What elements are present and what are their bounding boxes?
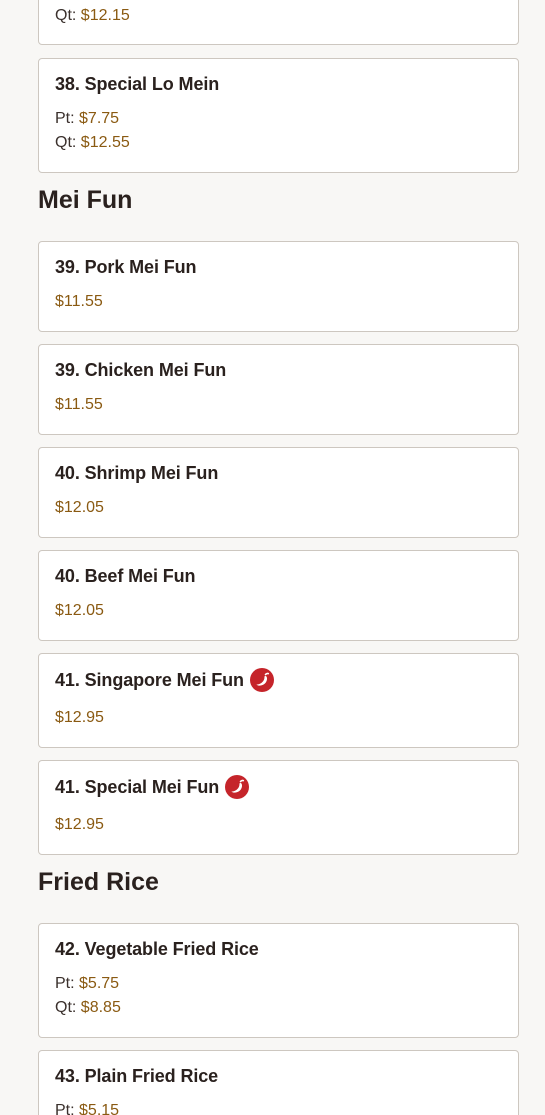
- price-value: $11.55: [55, 396, 103, 413]
- price-line: $12.05: [55, 602, 104, 620]
- menu-item-card[interactable]: 41. Singapore Mei Fun $12.95: [38, 653, 519, 748]
- price-line: Pt: $5.15: [55, 1102, 119, 1115]
- price-line: Pt: $5.75: [55, 975, 119, 993]
- menu-item-card[interactable]: 43. Plain Fried Rice Pt: $5.15: [38, 1050, 519, 1115]
- item-name: 38. Special Lo Mein: [55, 74, 220, 94]
- price-value: $5.15: [79, 1102, 120, 1115]
- chili-pepper-icon: [225, 775, 250, 799]
- price-line: Qt: $8.85: [55, 999, 121, 1017]
- price-value: $12.05: [55, 499, 104, 516]
- menu-item-card[interactable]: 40. Beef Mei Fun $12.05: [38, 550, 519, 641]
- menu-item-card[interactable]: 39. Pork Mei Fun $11.55: [38, 241, 519, 332]
- item-name: 42. Vegetable Fried Rice: [55, 939, 259, 959]
- price-value: $5.75: [79, 975, 120, 992]
- item-name: 39. Pork Mei Fun: [55, 257, 197, 277]
- price-size-label: Qt:: [55, 134, 77, 151]
- chili-pepper-icon: [249, 668, 274, 692]
- price-value: $12.55: [80, 134, 130, 151]
- menu-viewport[interactable]: Qt: $12.15 38. Special Lo Mein Pt: $7.75…: [0, 0, 545, 1115]
- price-line: Qt: $12.15: [55, 7, 130, 25]
- section-title-mei-fun: Mei Fun: [38, 186, 133, 214]
- price-size-label: Pt:: [55, 110, 75, 127]
- menu-item-card[interactable]: 38. Special Lo Mein Pt: $7.75 Qt: $12.55: [38, 58, 519, 173]
- item-name-text: 41. Special Mei Fun: [55, 776, 220, 797]
- menu-item-card[interactable]: Qt: $12.15: [38, 0, 519, 45]
- price-size-label: Pt:: [55, 975, 75, 992]
- price-line: Pt: $7.75: [55, 110, 119, 128]
- item-name: 40. Beef Mei Fun: [55, 566, 196, 586]
- item-name: 39. Chicken Mei Fun: [55, 360, 227, 380]
- price-size-label: Pt:: [55, 1102, 75, 1115]
- price-line: $11.55: [55, 293, 103, 311]
- price-line: $12.95: [55, 816, 104, 834]
- menu-item-card[interactable]: 39. Chicken Mei Fun $11.55: [38, 344, 519, 435]
- price-value: $12.95: [55, 709, 104, 726]
- price-size-label: Qt:: [55, 999, 77, 1016]
- price-value: $12.15: [80, 7, 130, 24]
- menu-item-card[interactable]: 42. Vegetable Fried Rice Pt: $5.75 Qt: $…: [38, 923, 519, 1038]
- item-name-text: 41. Singapore Mei Fun: [55, 669, 244, 690]
- price-value: $12.05: [55, 602, 104, 619]
- item-name: 43. Plain Fried Rice: [55, 1066, 219, 1086]
- price-line: $12.05: [55, 499, 104, 517]
- price-value: $11.55: [55, 293, 103, 310]
- price-value: $7.75: [79, 110, 120, 127]
- item-name: 41. Singapore Mei Fun: [55, 668, 274, 693]
- price-value: $8.85: [80, 999, 121, 1016]
- price-size-label: Qt:: [55, 7, 77, 24]
- item-name: 40. Shrimp Mei Fun: [55, 463, 219, 483]
- price-line: $11.55: [55, 396, 103, 414]
- price-line: Qt: $12.55: [55, 134, 130, 152]
- menu-item-card[interactable]: 41. Special Mei Fun $12.95: [38, 760, 519, 855]
- menu-item-card[interactable]: 40. Shrimp Mei Fun $12.05: [38, 447, 519, 538]
- item-name: 41. Special Mei Fun: [55, 775, 250, 800]
- price-value: $12.95: [55, 816, 104, 833]
- section-title-fried-rice: Fried Rice: [38, 868, 159, 896]
- price-line: $12.95: [55, 709, 104, 727]
